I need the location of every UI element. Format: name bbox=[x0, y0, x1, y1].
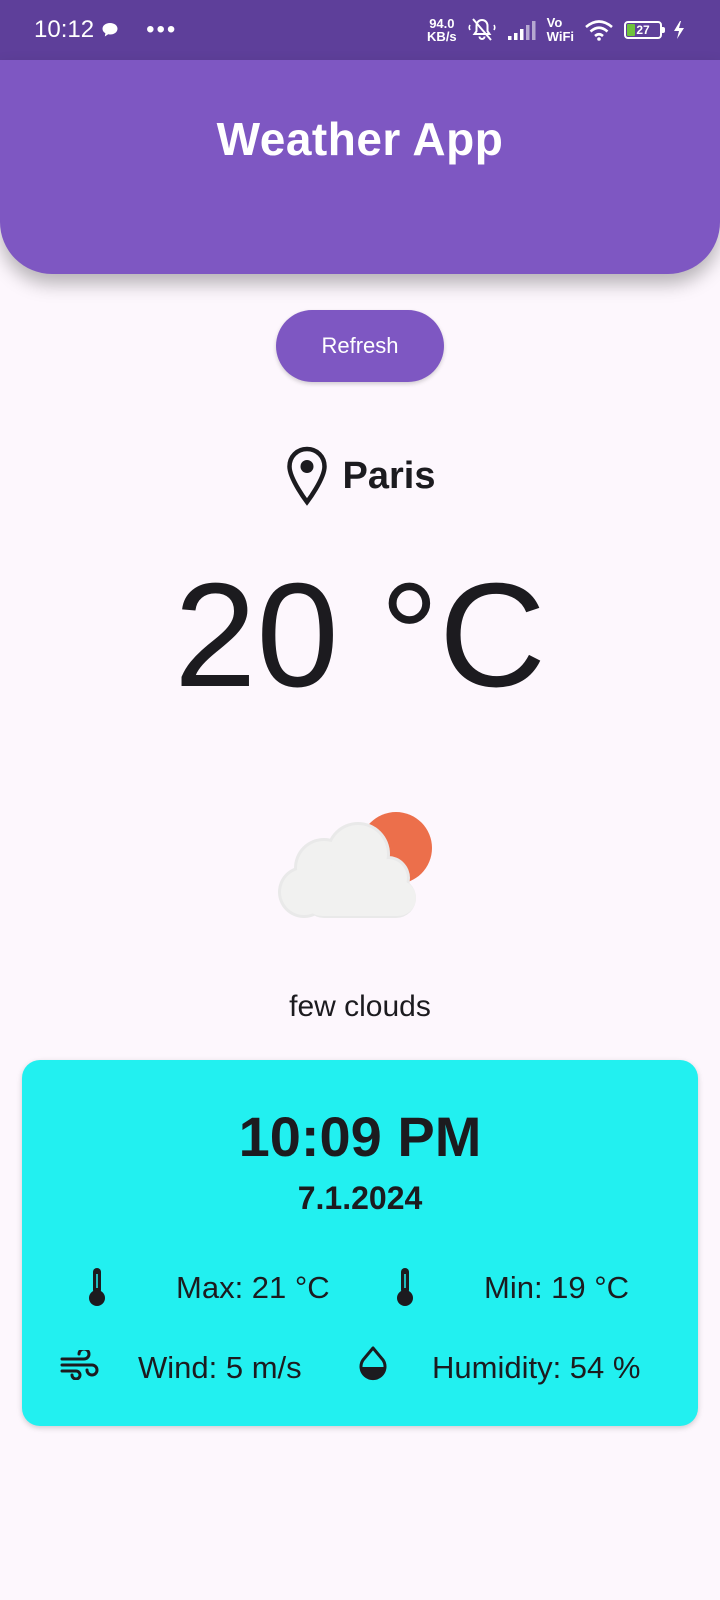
status-left: 10:12 ••• bbox=[34, 16, 177, 44]
current-temperature: 20 °C bbox=[174, 553, 546, 718]
few-clouds-icon bbox=[278, 812, 432, 918]
muted-bell-icon bbox=[468, 18, 496, 41]
charging-bolt-icon bbox=[674, 21, 684, 39]
network-speed: 94.0 KB/s bbox=[427, 16, 457, 44]
wifi-icon bbox=[585, 20, 613, 41]
refresh-button[interactable]: Refresh bbox=[276, 310, 444, 382]
max-temperature: Max: 21 °C bbox=[176, 1270, 330, 1305]
thermometer-icon bbox=[89, 1268, 105, 1306]
more-dots-icon: ••• bbox=[146, 16, 178, 43]
status-time: 10:12 bbox=[34, 16, 95, 43]
local-date: 7.1.2024 bbox=[297, 1180, 423, 1216]
location-pin-icon bbox=[286, 446, 327, 506]
city-name: Paris bbox=[342, 454, 436, 497]
min-temperature: Min: 19 °C bbox=[484, 1270, 630, 1305]
vowifi-indicator: Vo WiFi bbox=[546, 15, 574, 44]
status-right: 94.0 KB/s Vo WiFi 27 bbox=[427, 16, 686, 44]
app-title: Weather App bbox=[216, 113, 504, 165]
status-bar: 10:12 ••• 94.0 KB/s Vo WiFi 27 bbox=[0, 0, 720, 60]
app-bar: Weather App bbox=[0, 60, 720, 274]
humidity-drop-icon bbox=[359, 1346, 387, 1381]
wind-speed: Wind: 5 m/s bbox=[138, 1350, 302, 1385]
local-time: 10:09 PM bbox=[238, 1105, 482, 1168]
thermometer-icon bbox=[397, 1268, 413, 1306]
battery-icon: 27 bbox=[624, 21, 665, 39]
weather-description: few clouds bbox=[289, 990, 431, 1023]
chat-bubble-icon bbox=[102, 23, 118, 37]
wind-icon bbox=[60, 1350, 99, 1380]
humidity: Humidity: 54 % bbox=[432, 1350, 641, 1385]
details-card: 10:09 PM 7.1.2024 Max: 21 °C Min: 19 °C … bbox=[22, 1060, 698, 1426]
signal-icon bbox=[507, 21, 536, 40]
location-row: Paris bbox=[0, 446, 720, 506]
